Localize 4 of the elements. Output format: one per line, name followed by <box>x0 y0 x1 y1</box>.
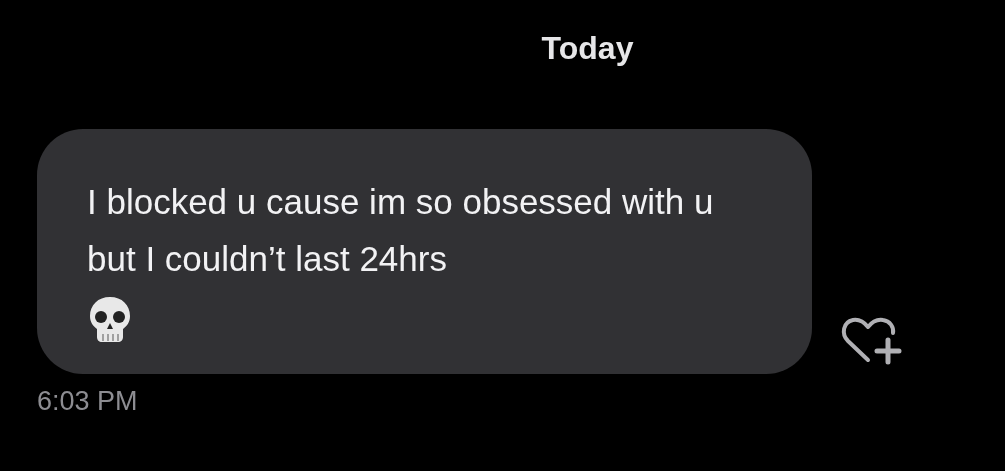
date-header: Today <box>541 30 634 67</box>
message-text: I blocked u cause im so obsessed with u but I couldn’t last 24hrs <box>87 181 715 280</box>
skull-icon <box>87 295 133 343</box>
message-time: 6:03 PM <box>37 386 138 417</box>
